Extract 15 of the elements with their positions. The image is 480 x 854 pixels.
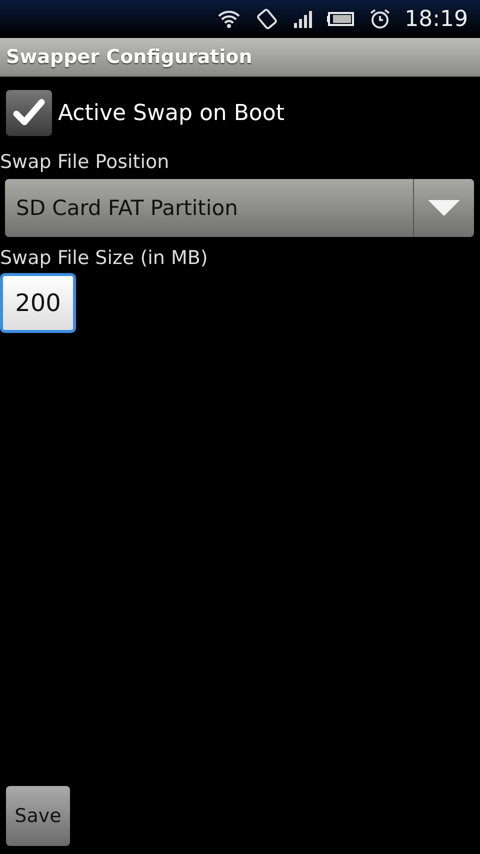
caret-icon	[428, 200, 460, 216]
battery-icon	[326, 11, 355, 27]
wifi-icon	[216, 9, 241, 29]
field-label: Swap File Size (in MB)	[0, 247, 208, 269]
signal-icon	[292, 9, 313, 29]
checkbox[interactable]	[6, 90, 52, 136]
window-title: Swapper Configuration	[6, 46, 252, 68]
field-label: Swap File Position	[0, 151, 170, 173]
rotate-phone-icon	[254, 8, 279, 30]
save-button[interactable]: Save	[6, 786, 70, 846]
input-field[interactable]: 200	[0, 273, 76, 333]
clock-time: 18:19	[404, 6, 468, 32]
checkbox-label: Active Swap on Boot	[58, 100, 284, 126]
alarm-clock-icon	[368, 8, 391, 30]
dropdown[interactable]: SD Card FAT Partition	[5, 179, 474, 237]
